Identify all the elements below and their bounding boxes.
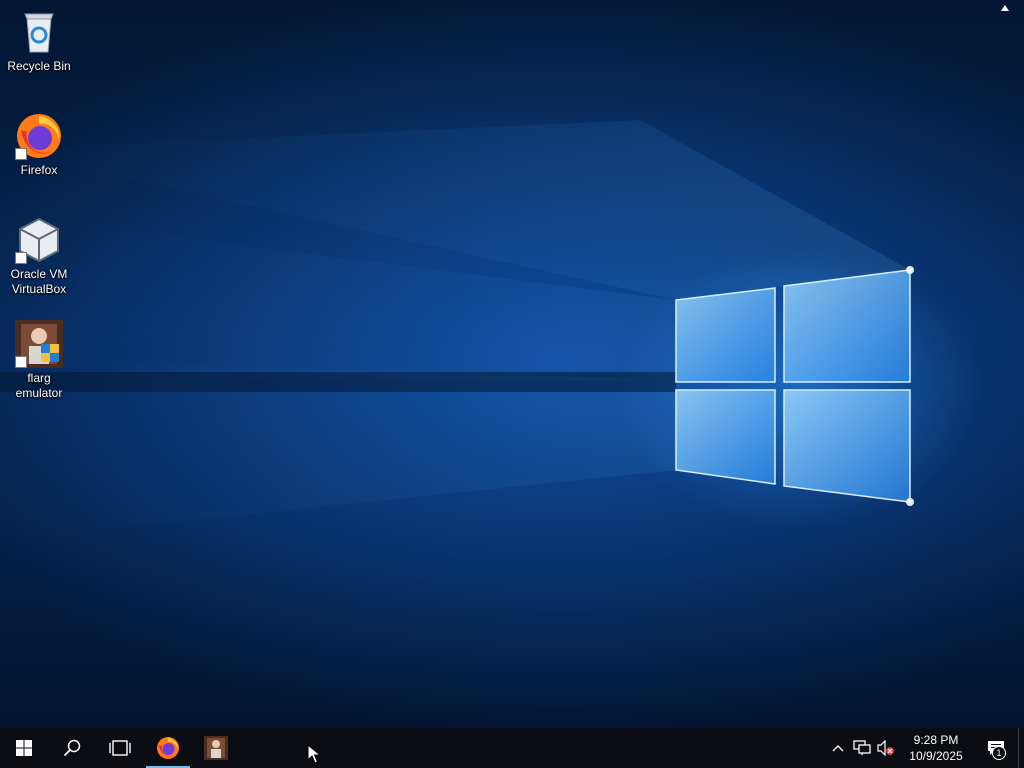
clock[interactable]: 9:28 PM 10/9/2025 [898, 728, 974, 768]
mouse-cursor-icon [307, 744, 321, 764]
desktop-icon-virtualbox[interactable]: Oracle VM VirtualBox [4, 216, 74, 297]
network-icon [853, 740, 871, 755]
desktop-icon-label: Recycle Bin [7, 59, 71, 73]
chevron-up-icon [832, 745, 844, 752]
clock-date: 10/9/2025 [909, 749, 963, 763]
taskbar: 9:28 PM 10/9/2025 1 [0, 728, 1024, 768]
search-button[interactable] [48, 728, 96, 768]
network-button[interactable] [850, 728, 874, 768]
firefox-icon [15, 112, 63, 160]
system-tray: 9:28 PM 10/9/2025 1 [826, 728, 1024, 768]
desktop-icon-flarg-emulator[interactable]: flarg emulator [4, 320, 74, 401]
task-view-icon [109, 740, 131, 756]
shortcut-arrow-icon [15, 148, 27, 160]
shortcut-arrow-icon [15, 252, 27, 264]
windows-wallpaper [0, 5, 1009, 540]
windows-start-icon [16, 740, 32, 756]
recycle-bin-icon [15, 8, 63, 56]
desktop[interactable]: Recycle Bin Firefox Oracle VM VirtualBox [0, 0, 1024, 728]
firefox-icon [157, 737, 179, 759]
taskbar-app-flarg-emulator[interactable] [192, 728, 240, 768]
action-center-button[interactable]: 1 [974, 728, 1018, 768]
flarg-emulator-icon [204, 736, 228, 760]
notification-count-badge: 1 [992, 746, 1006, 760]
desktop-icon-label: flarg emulator [15, 371, 63, 400]
search-icon [63, 739, 81, 757]
taskbar-app-firefox[interactable] [144, 728, 192, 768]
volume-muted-icon [877, 740, 894, 756]
task-view-button[interactable] [96, 728, 144, 768]
desktop-icon-firefox[interactable]: Firefox [4, 112, 74, 178]
show-hidden-icons-button[interactable] [826, 728, 850, 768]
virtualbox-icon [15, 216, 63, 264]
shortcut-arrow-icon [15, 356, 27, 368]
desktop-icon-recycle-bin[interactable]: Recycle Bin [4, 8, 74, 74]
flarg-emulator-icon [15, 320, 63, 368]
desktop-icon-label: Firefox [20, 163, 58, 177]
desktop-icon-label: Oracle VM VirtualBox [10, 267, 68, 296]
clock-time: 9:28 PM [913, 733, 959, 747]
show-desktop-button[interactable] [1018, 728, 1024, 768]
start-button[interactable] [0, 728, 48, 768]
volume-button[interactable] [874, 728, 898, 768]
